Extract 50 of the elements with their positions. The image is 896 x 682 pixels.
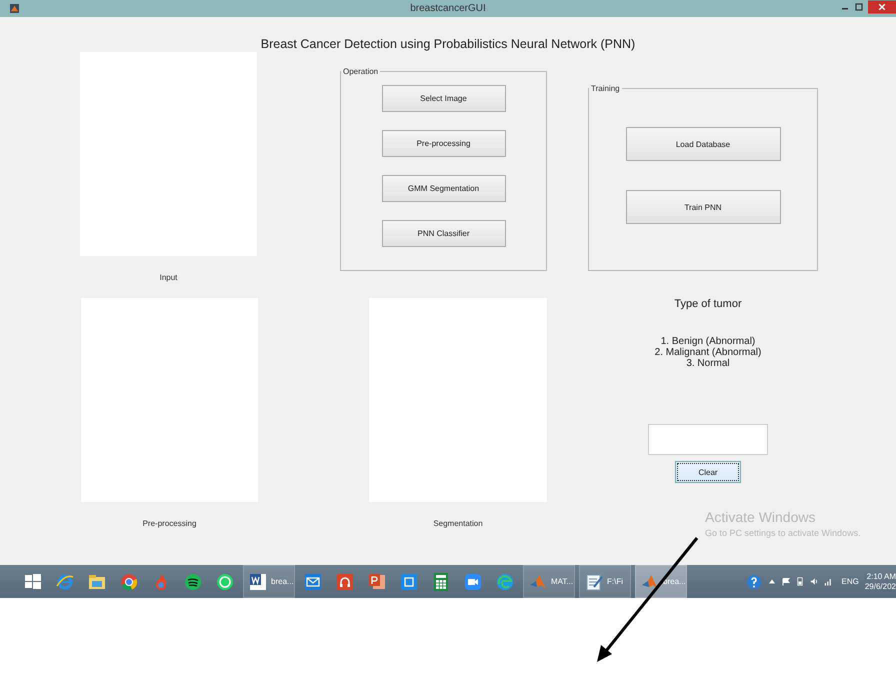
- language-indicator[interactable]: ENG: [842, 577, 859, 586]
- app-icon: [215, 572, 235, 592]
- battery-icon[interactable]: [796, 577, 804, 586]
- close-icon[interactable]: [868, 0, 896, 14]
- tumor-type: 1. Benign (Abnormal): [660, 336, 756, 347]
- taskbar-app[interactable]: MAT...: [523, 565, 575, 598]
- clock-date[interactable]: 29/6/202: [864, 582, 896, 592]
- axes-label: Input: [160, 273, 178, 282]
- operation-button[interactable]: GMM Segmentation: [382, 175, 506, 202]
- result-field[interactable]: [648, 424, 768, 455]
- app-icon: [119, 572, 139, 592]
- signal-icon[interactable]: [824, 577, 832, 586]
- operation-button[interactable]: Pre-processing: [382, 130, 506, 157]
- operation-button[interactable]: Select Image: [382, 85, 506, 112]
- app-icon: [10, 4, 19, 13]
- app-icon: [248, 572, 268, 592]
- app-icon: [399, 572, 419, 592]
- caret-up-icon[interactable]: [768, 577, 776, 586]
- tumor-type: 2. Malignant (Abnormal): [654, 347, 762, 358]
- volume-icon[interactable]: [810, 577, 818, 586]
- activation-text: Go to PC settings to activate Windows.: [705, 528, 861, 538]
- operation-button[interactable]: PNN Classifier: [382, 220, 506, 247]
- training-button[interactable]: Load Database: [626, 127, 780, 161]
- notepad-icon: [584, 572, 604, 592]
- camera-icon: [463, 572, 483, 592]
- calculator-icon: [431, 572, 451, 592]
- window-title: breastcancerGUI: [410, 3, 486, 14]
- activation-title: Activate Windows: [705, 509, 816, 525]
- axes-label: Pre-processing: [142, 519, 196, 528]
- app-icon: [495, 572, 515, 592]
- mail-icon: [303, 572, 323, 592]
- app-icon: [55, 572, 75, 592]
- training-button[interactable]: Train PNN: [626, 190, 780, 224]
- gui-heading: Breast Cancer Detection using Probabilistics Neural Network (PNN): [260, 36, 636, 52]
- taskbar-app[interactable]: brea...: [243, 565, 295, 598]
- flag-icon[interactable]: [782, 577, 790, 586]
- help-icon[interactable]: [746, 574, 762, 590]
- app-icon: [367, 572, 387, 592]
- panel-title: Training: [590, 84, 621, 93]
- clock-time[interactable]: 2:10 AM: [866, 572, 896, 582]
- headphones-icon: [335, 572, 355, 592]
- clear-button[interactable]: Clear: [675, 461, 741, 483]
- tumor-title: Type of tumor: [674, 298, 742, 310]
- axes-label: Segmentation: [433, 519, 483, 528]
- maximize-icon[interactable]: [854, 2, 864, 12]
- windows-icon: [23, 572, 43, 592]
- taskbar-app[interactable]: F:\Fi: [579, 565, 631, 598]
- panel-title: Operation: [342, 67, 380, 76]
- app-icon: [183, 572, 203, 592]
- tumor-type: 3. Normal: [686, 358, 730, 369]
